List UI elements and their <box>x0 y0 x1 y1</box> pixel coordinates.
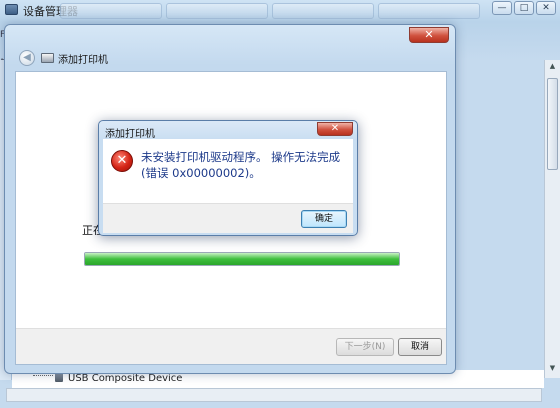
ok-button[interactable]: 确定 <box>301 210 347 228</box>
horizontal-scrollbar[interactable] <box>6 388 542 402</box>
error-icon: ✕ <box>111 150 133 172</box>
next-button[interactable]: 下一步(N) <box>336 338 394 356</box>
scrollbar-thumb[interactable] <box>547 78 558 170</box>
device-manager-icon <box>5 4 18 15</box>
wizard-navigation: ◀ 添加打印机 <box>19 49 108 67</box>
back-arrow-icon[interactable]: ◀ <box>19 50 35 66</box>
error-dialog-close-button[interactable]: ✕ <box>317 122 353 136</box>
background-taskbar-tabs <box>60 3 480 19</box>
device-manager-caption-buttons: — □ ✕ <box>492 1 556 15</box>
cancel-button[interactable]: 取消 <box>398 338 442 356</box>
error-dialog-footer: 确定 <box>103 203 353 233</box>
device-manager-titlebar: 设备管理器 — □ ✕ <box>0 0 560 20</box>
install-progress-bar <box>84 252 400 266</box>
tree-connector-line <box>33 375 53 376</box>
error-dialog-body: ✕ 未安装打印机驱动程序。 操作无法完成(错误 0x00000002)。 确定 <box>103 139 353 233</box>
background-tab[interactable] <box>60 3 162 19</box>
background-tab[interactable] <box>378 3 480 19</box>
close-button[interactable]: ✕ <box>536 1 556 15</box>
tree-item-usb-composite-device[interactable]: USB Composite Device <box>68 373 182 384</box>
scroll-down-arrow-icon[interactable]: ▼ <box>547 364 558 376</box>
maximize-button[interactable]: □ <box>514 1 534 15</box>
progress-fill <box>85 253 399 265</box>
printer-icon <box>41 53 54 63</box>
usb-device-icon <box>55 373 63 382</box>
background-tab[interactable] <box>166 3 268 19</box>
error-dialog-title: 添加打印机 <box>105 129 155 140</box>
error-dialog: 添加打印机 ✕ ✕ 未安装打印机驱动程序。 操作无法完成(错误 0x000000… <box>98 120 358 236</box>
vertical-scrollbar[interactable]: ▲ ▼ <box>544 60 560 378</box>
wizard-title: 添加打印机 <box>58 54 108 66</box>
error-message: 未安装打印机驱动程序。 操作无法完成(错误 0x00000002)。 <box>141 150 341 180</box>
wizard-footer: 下一步(N) 取消 <box>16 328 446 364</box>
background-tab[interactable] <box>272 3 374 19</box>
scroll-up-arrow-icon[interactable]: ▲ <box>547 62 558 74</box>
wizard-close-button[interactable]: ✕ <box>409 27 449 43</box>
minimize-button[interactable]: — <box>492 1 512 15</box>
